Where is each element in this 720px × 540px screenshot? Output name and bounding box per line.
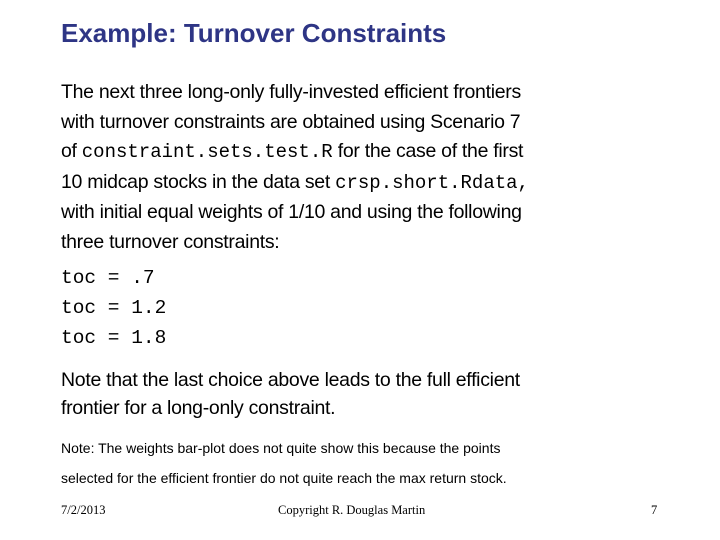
page-number: 7	[651, 503, 658, 517]
intro-line: three turnover constraints:	[61, 230, 280, 253]
intro-line: with initial equal weights of 1/10 and u…	[61, 201, 522, 224]
constraint-item: toc = 1.2	[61, 297, 167, 319]
constraint-list: toc = .7 toc = 1.2 toc = 1.8	[61, 263, 166, 353]
small-note: Note: The weights bar-plot does not quit…	[61, 433, 507, 493]
small-note-line: selected for the efficient frontier do n…	[61, 470, 507, 486]
intro-text: 10 midcap stocks in the data set	[61, 170, 336, 193]
intro-text: of	[61, 140, 82, 163]
intro-paragraph: The next three long-only fully-invested …	[61, 78, 661, 258]
footer-date: 7/2/2013	[61, 503, 106, 517]
main-note-line: Note that the last choice above leads to…	[61, 369, 520, 391]
intro-line: 10 midcap stocks in the data set crsp.sh…	[61, 168, 661, 199]
intro-line: with turnover constraints are obtained u…	[61, 110, 521, 133]
intro-line: of constraint.sets.test.R for the case o…	[61, 137, 661, 168]
intro-text: for the case of the first	[332, 140, 524, 163]
footer-copyright: Copyright R. Douglas Martin	[278, 503, 426, 517]
slide-title: Example: Turnover Constraints	[61, 18, 447, 48]
main-note: Note that the last choice above leads to…	[61, 366, 520, 422]
intro-line: The next three long-only fully-invested …	[61, 81, 521, 103]
data-filename: crsp.short.Rdata,	[335, 171, 529, 194]
script-filename: constraint.sets.test.R	[81, 141, 333, 164]
constraint-item: toc = .7	[61, 267, 155, 289]
small-note-line: Note: The weights bar-plot does not quit…	[61, 440, 501, 456]
main-note-line: frontier for a long-only constraint.	[61, 397, 336, 419]
constraint-item: toc = 1.8	[61, 327, 167, 349]
